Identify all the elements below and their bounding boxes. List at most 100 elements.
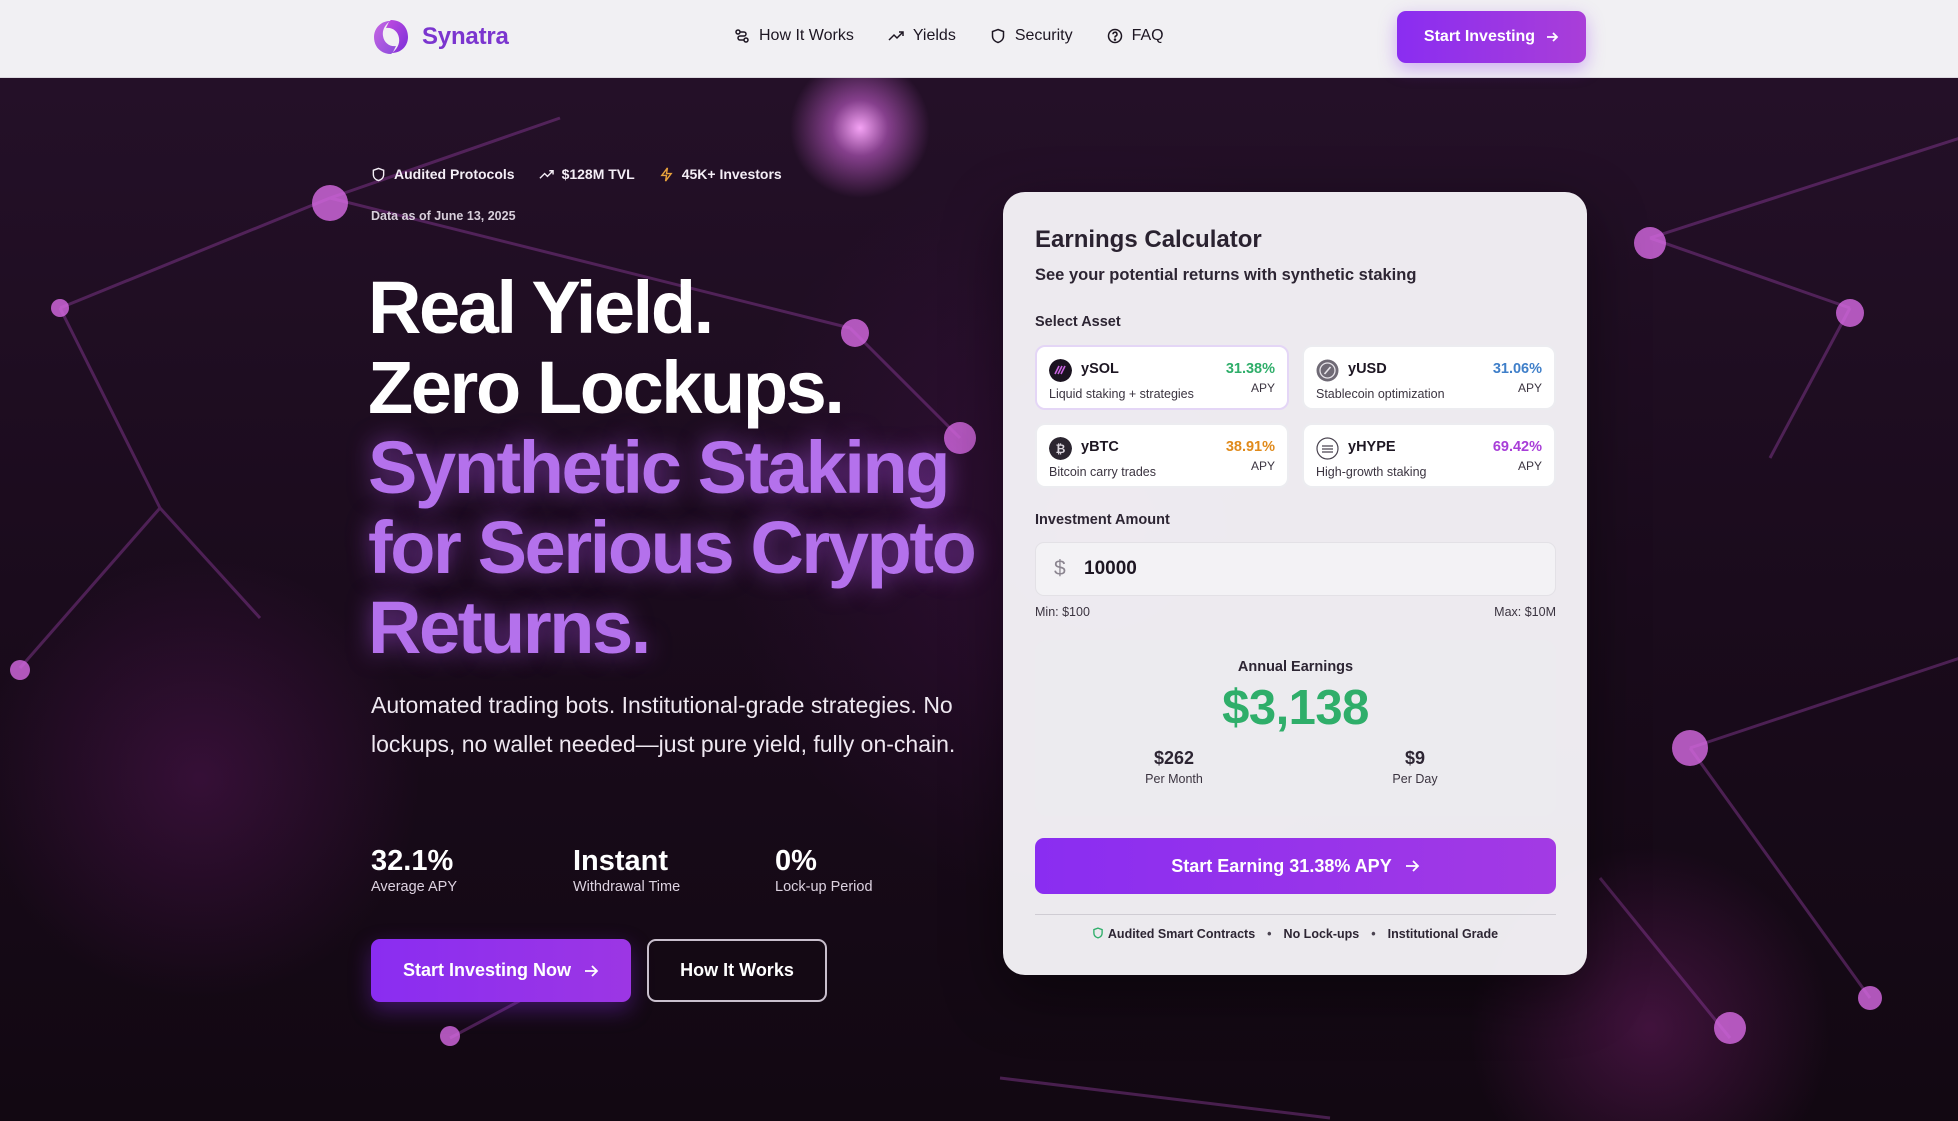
investment-amount-field: $ <box>1035 542 1556 596</box>
nav-faq[interactable]: FAQ <box>1107 27 1164 45</box>
trust-item-audited: Audited Smart Contracts <box>1092 927 1255 941</box>
route-icon <box>735 29 749 43</box>
button-label: Start Earning 31.38% APY <box>1171 855 1392 876</box>
trending-up-icon <box>539 169 554 179</box>
stat-value: 0% <box>775 845 817 877</box>
start-earning-button[interactable]: Start Earning 31.38% APY <box>1035 838 1556 894</box>
badge-tvl: $128M TVL <box>539 166 635 182</box>
nav-label: Yields <box>912 27 956 44</box>
network-graph-decoration <box>10 116 1958 1120</box>
asset-apy-label: APY <box>1250 459 1275 473</box>
stat-label: Lock-up Period <box>775 879 873 895</box>
per-day-value: $9 <box>1404 748 1426 768</box>
investment-amount-input[interactable] <box>1084 543 1544 595</box>
asset-apy: 69.42% <box>1492 439 1542 455</box>
nav-label: How It Works <box>759 27 854 44</box>
stat-average-apy: 32.1% Average APY <box>371 845 573 895</box>
shield-icon <box>372 167 385 181</box>
asset-option-ysol[interactable]: ySOL Liquid staking + strategies 31.38% … <box>1035 345 1289 410</box>
asset-name: yBTC <box>1081 439 1119 455</box>
card-divider <box>1035 914 1556 915</box>
calculator-trust-row: Audited Smart Contracts • No Lock-ups • … <box>1003 927 1587 941</box>
hero-subtitle: Automated trading bots. Institutional-gr… <box>371 692 956 757</box>
asset-apy: 31.06% <box>1492 361 1542 377</box>
asset-description: Stablecoin optimization <box>1316 387 1445 401</box>
per-month-earnings: $262 Per Month <box>1114 748 1234 786</box>
annual-earnings-label: Annual Earnings <box>1237 659 1354 675</box>
synatra-logo-icon <box>374 20 408 54</box>
headline-line-2: Zero Lockups. <box>368 346 845 429</box>
stat-label: Average APY <box>371 879 457 895</box>
per-day-label: Per Day <box>1392 772 1438 786</box>
asset-apy: 31.38% <box>1225 361 1275 377</box>
shield-icon <box>991 28 1005 44</box>
stat-lockup-period: 0% Lock-up Period <box>775 845 977 895</box>
hero-stats: 32.1% Average APY Instant Withdrawal Tim… <box>371 845 977 895</box>
arrow-right-icon <box>585 964 599 977</box>
arrow-right-icon <box>1405 860 1419 872</box>
nav-label: Security <box>1014 27 1073 44</box>
asset-option-yusd[interactable]: yUSD Stablecoin optimization 31.06% APY <box>1302 345 1556 410</box>
start-investing-button[interactable]: Start Investing <box>1397 11 1586 63</box>
headline-line-3: Synthetic Staking <box>368 426 951 509</box>
stat-label: Withdrawal Time <box>573 879 681 895</box>
badge-label: $128M TVL <box>561 166 635 182</box>
trust-item-institutional: Institutional Grade <box>1387 927 1499 941</box>
zap-icon <box>660 167 673 181</box>
solana-icon <box>1049 359 1072 382</box>
start-investing-now-button[interactable]: Start Investing Now <box>371 939 631 1002</box>
separator-dot: • <box>1267 927 1272 941</box>
hype-icon <box>1316 437 1339 460</box>
dollar-sign-icon: $ <box>1054 557 1066 580</box>
trust-label: Audited Smart Contracts <box>1107 927 1256 941</box>
min-amount-label: Min: $100 <box>1035 605 1090 619</box>
brand-logo[interactable]: Synatra <box>370 16 509 58</box>
asset-options: ySOL Liquid staking + strategies 31.38% … <box>1035 345 1556 488</box>
asset-option-ybtc[interactable]: ₿ yBTC Bitcoin carry trades 38.91% APY <box>1035 423 1289 488</box>
per-month-value: $262 <box>1153 748 1195 768</box>
main-nav: How It Works Yields Security FAQ <box>734 27 1164 45</box>
how-it-works-button[interactable]: How It Works <box>647 939 827 1002</box>
earnings-calculator-card: Earnings Calculator See your potential r… <box>1003 192 1587 975</box>
badge-label: Audited Protocols <box>394 166 515 182</box>
headline-line-4: for Serious Crypto <box>368 506 977 589</box>
badge-investors: 45K+ Investors <box>659 166 782 182</box>
arrow-right-icon <box>1547 32 1559 42</box>
per-day-earnings: $9 Per Day <box>1355 748 1475 786</box>
hero-network-background <box>0 78 1958 1121</box>
trust-item-no-lockups: No Lock-ups <box>1283 927 1360 941</box>
asset-name: ySOL <box>1081 361 1119 377</box>
asset-name: yHYPE <box>1348 439 1396 455</box>
bitcoin-icon: ₿ <box>1049 437 1072 460</box>
nav-label: FAQ <box>1131 27 1164 44</box>
asset-description: High-growth staking <box>1316 465 1427 479</box>
amount-limits: Min: $100 Max: $10M <box>1035 605 1556 619</box>
badge-label: 45K+ Investors <box>681 166 782 182</box>
asset-option-yhype[interactable]: yHYPE High-growth staking 69.42% APY <box>1302 423 1556 488</box>
svg-text:₿: ₿ <box>1056 442 1066 456</box>
stat-value: 32.1% <box>371 845 454 877</box>
investment-amount-label: Investment Amount <box>1035 512 1170 528</box>
button-label: Start Investing <box>1423 28 1536 45</box>
button-label: How It Works <box>680 960 794 980</box>
nav-security[interactable]: Security <box>990 27 1073 45</box>
data-as-of-date: Data as of June 13, 2025 <box>371 209 516 223</box>
per-month-label: Per Month <box>1145 772 1203 786</box>
nav-how-it-works[interactable]: How It Works <box>734 27 854 45</box>
asset-apy: 38.91% <box>1225 439 1275 455</box>
nav-yields[interactable]: Yields <box>888 27 956 45</box>
separator-dot: • <box>1371 927 1376 941</box>
brand-name: Synatra <box>422 23 509 50</box>
calculator-subtitle: See your potential returns with syntheti… <box>1035 266 1417 284</box>
trust-badges: Audited Protocols $128M TVL 45K+ Investo… <box>371 166 782 182</box>
hero-headline: Real Yield. Zero Lockups. Synthetic Stak… <box>368 268 977 669</box>
annual-earnings-value: $3,138 <box>1222 681 1369 735</box>
badge-audited: Audited Protocols <box>371 166 515 182</box>
asset-apy-label: APY <box>1517 381 1542 395</box>
shield-icon <box>1093 927 1103 939</box>
max-amount-label: Max: $10M <box>1494 605 1556 619</box>
stat-withdrawal-time: Instant Withdrawal Time <box>573 845 775 895</box>
stat-value: Instant <box>573 845 669 877</box>
trending-up-icon <box>888 31 904 41</box>
headline-line-5: Returns. <box>368 586 651 669</box>
